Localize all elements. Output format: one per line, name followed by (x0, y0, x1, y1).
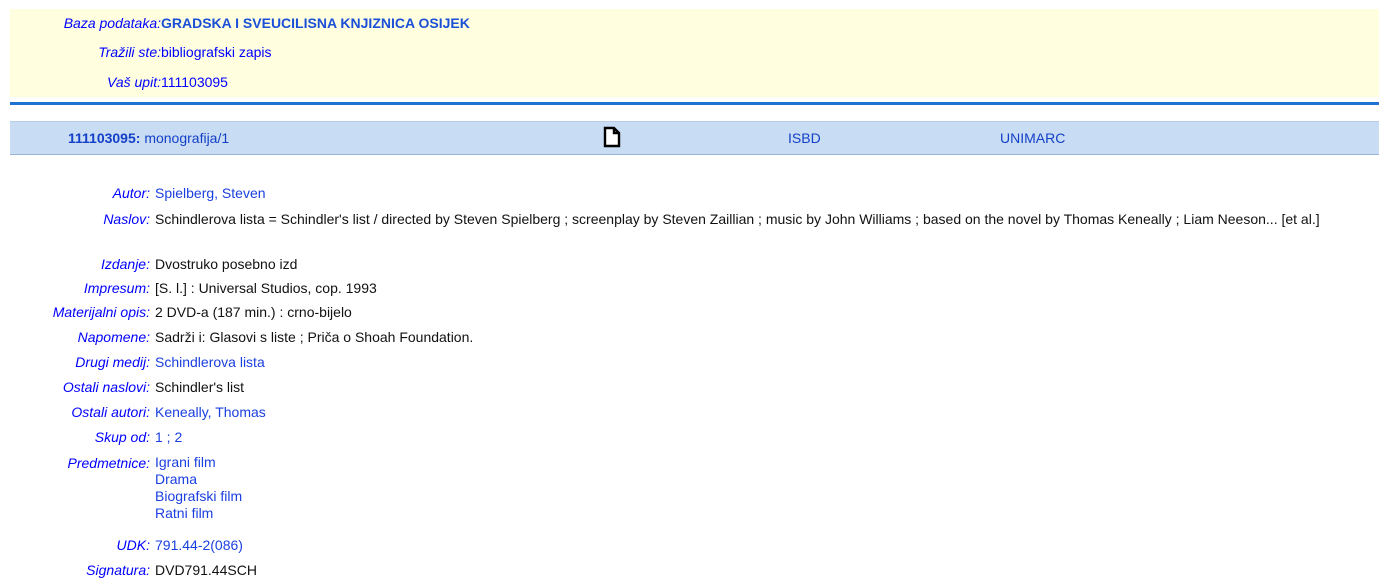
searched-label: Tražili ste: (98, 44, 161, 60)
notes-value: Sadrži i: Glasovi s liste ; Priča o Shoa… (155, 329, 474, 345)
subject-link[interactable]: Drama (155, 471, 242, 488)
physical-description-label: Materijalni opis: (52, 304, 150, 320)
other-authors-value[interactable]: Keneally, Thomas (155, 403, 266, 421)
search-info-panel: Baza podataka: GRADSKA I SVEUCILISNA KNJ… (10, 9, 1379, 97)
query-value: 111103095 (161, 74, 228, 90)
document-icon[interactable] (603, 126, 621, 148)
call-number-label: Signatura: (86, 562, 150, 578)
record-bar: 111103095: monografija/1 ISBD UNIMARC (10, 121, 1379, 155)
author-label: Autor: (112, 185, 150, 201)
edition-label: Izdanje: (100, 256, 150, 272)
subjects-label: Predmetnice: (67, 455, 150, 471)
title-label: Naslov: (103, 211, 150, 227)
author-value[interactable]: Spielberg, Steven (155, 184, 266, 202)
set-label: Skup od: (94, 429, 150, 445)
udk-label: UDK: (116, 537, 150, 553)
notes-label: Napomene: (77, 329, 150, 345)
record-id-number: 111103095: (68, 130, 141, 146)
subject-link[interactable]: Igrani film (155, 454, 242, 471)
subject-link[interactable]: Biografski film (155, 488, 242, 505)
unimarc-link[interactable]: UNIMARC (1000, 130, 1065, 146)
other-titles-label: Ostali naslovi: (62, 379, 150, 395)
other-media-label: Drugi medij: (75, 354, 150, 370)
other-titles-value: Schindler's list (155, 379, 245, 395)
searched-value: bibliografski zapis (161, 44, 272, 60)
imprint-label: Impresum: (83, 280, 150, 296)
header-divider (10, 102, 1379, 105)
call-number-value: DVD791.44SCH (155, 562, 257, 578)
record-id: 111103095: monografija/1 (68, 130, 229, 146)
edition-value: Dvostruko posebno izd (155, 256, 298, 272)
record-type: monografija/1 (144, 130, 230, 146)
title-value: Schindlerova lista = Schindler's list / … (155, 211, 1320, 227)
subjects-list: Igrani film Drama Biografski film Ratni … (155, 454, 242, 522)
isbd-link[interactable]: ISBD (788, 130, 821, 146)
set-value[interactable]: 1 ; 2 (155, 428, 182, 446)
subject-link[interactable]: Ratni film (155, 505, 242, 522)
query-label: Vaš upit: (107, 74, 161, 90)
physical-description-value: 2 DVD-a (187 min.) : crno-bijelo (155, 304, 352, 320)
database-label: Baza podataka: (63, 15, 161, 31)
udk-value[interactable]: 791.44-2(086) (155, 536, 243, 554)
other-authors-label: Ostali autori: (71, 404, 150, 420)
imprint-value: [S. l.] : Universal Studios, cop. 1993 (155, 280, 377, 296)
database-value: GRADSKA I SVEUCILISNA KNJIZNICA OSIJEK (161, 15, 470, 31)
other-media-value[interactable]: Schindlerova lista (155, 353, 265, 371)
